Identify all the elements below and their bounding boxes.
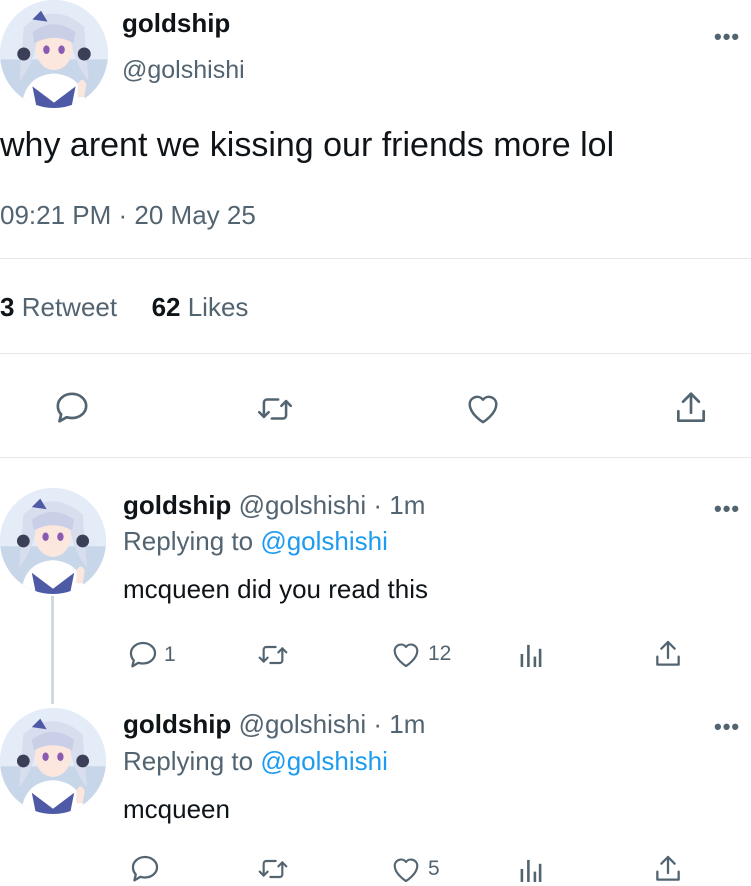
like-icon xyxy=(393,643,419,668)
display-name[interactable]: goldship xyxy=(122,8,230,39)
like-button[interactable]: 5 xyxy=(388,852,440,886)
like-icon xyxy=(468,395,498,424)
avatar[interactable] xyxy=(0,488,106,594)
share-button[interactable] xyxy=(652,637,684,671)
replying-prefix: Replying to xyxy=(123,746,254,776)
tweet-text: why arent we kissing our friends more lo… xyxy=(0,126,615,164)
like-count[interactable]: 62 xyxy=(152,292,181,322)
reply-button[interactable] xyxy=(52,388,92,428)
retweet-label[interactable]: Retweet xyxy=(22,292,117,322)
analytics-button[interactable] xyxy=(518,853,544,885)
retweet-button[interactable] xyxy=(256,853,290,885)
like-button[interactable]: 12 xyxy=(388,637,451,671)
retweet-icon xyxy=(257,398,293,420)
avatar[interactable] xyxy=(0,708,106,814)
divider xyxy=(0,457,751,458)
reply-count: 1 xyxy=(164,643,176,666)
display-name[interactable]: goldship xyxy=(123,490,231,520)
reply-icon xyxy=(56,392,88,423)
reply-header: goldship @golshishi · 1m xyxy=(123,709,425,740)
reply-icon xyxy=(129,641,157,668)
retweet-button[interactable] xyxy=(255,390,295,428)
retweet-icon xyxy=(258,859,288,879)
replying-handle-link[interactable]: @golshishi xyxy=(260,526,388,556)
thread-line xyxy=(51,596,54,704)
reply-button[interactable] xyxy=(128,852,166,886)
share-icon xyxy=(656,640,680,666)
replying-prefix: Replying to xyxy=(123,526,254,556)
user-handle[interactable]: @golshishi xyxy=(122,56,245,85)
handle-time[interactable]: @golshishi · 1m xyxy=(239,490,426,520)
reply-text: mcqueen xyxy=(123,794,230,824)
replying-handle-link[interactable]: @golshishi xyxy=(260,746,388,776)
retweet-count[interactable]: 3 xyxy=(0,292,14,322)
reply-text: mcqueen did you read this xyxy=(123,574,428,604)
tweet-timestamp[interactable]: 09:21 PM · 20 May 25 xyxy=(0,200,256,231)
analytics-icon xyxy=(520,859,542,882)
like-count: 5 xyxy=(428,857,440,880)
avatar[interactable] xyxy=(0,0,108,108)
handle-time[interactable]: @golshishi · 1m xyxy=(239,709,426,739)
engagement-stats: 3 Retweet 62 Likes xyxy=(0,292,248,323)
share-icon xyxy=(656,855,680,881)
display-name[interactable]: goldship xyxy=(123,709,231,739)
replying-to: Replying to @golshishi xyxy=(123,746,388,777)
replying-to: Replying to @golshishi xyxy=(123,526,388,557)
analytics-button[interactable] xyxy=(518,638,544,670)
divider xyxy=(0,258,751,259)
more-icon[interactable]: ••• xyxy=(714,26,740,48)
reply-icon xyxy=(131,855,159,882)
retweet-icon xyxy=(258,645,288,665)
like-count: 12 xyxy=(428,642,452,665)
divider xyxy=(0,353,751,354)
reply-button[interactable]: 1 xyxy=(126,638,176,672)
like-label[interactable]: Likes xyxy=(188,292,249,322)
analytics-icon xyxy=(520,644,542,667)
share-button[interactable] xyxy=(672,388,710,428)
more-icon[interactable]: ••• xyxy=(714,498,740,520)
like-button[interactable] xyxy=(462,388,504,428)
share-button[interactable] xyxy=(652,852,684,886)
share-icon xyxy=(676,392,706,423)
reply-header: goldship @golshishi · 1m xyxy=(123,490,425,521)
like-icon xyxy=(393,858,419,883)
more-icon[interactable]: ••• xyxy=(714,716,740,738)
retweet-button[interactable] xyxy=(256,639,290,671)
